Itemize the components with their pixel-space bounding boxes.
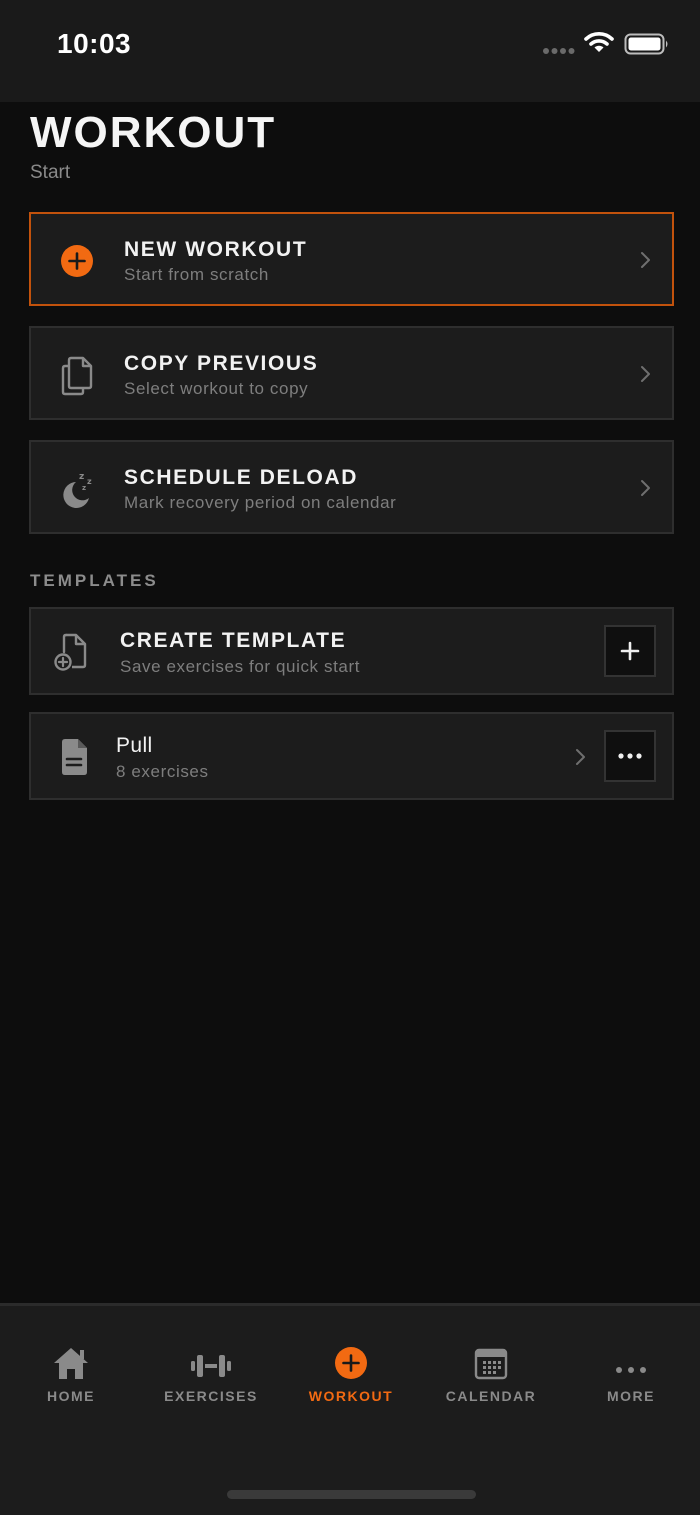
- chevron-right-icon: [641, 366, 650, 382]
- home-icon: [54, 1348, 88, 1379]
- chevron-right-icon: [576, 749, 585, 765]
- action-title: SCHEDULE DELOAD: [124, 466, 359, 489]
- cellular-signal-icon: [543, 48, 575, 54]
- moon-sleep-icon: z z z: [63, 472, 92, 508]
- more-dots-icon: [616, 1367, 646, 1373]
- svg-text:z: z: [79, 472, 84, 482]
- chevron-right-icon: [641, 252, 650, 268]
- action-title: NEW WORKOUT: [124, 238, 308, 261]
- plus-circle-icon: [61, 245, 93, 277]
- status-time: 10:03: [57, 28, 132, 59]
- battery-icon: [624, 33, 668, 55]
- action-subtitle: Select workout to copy: [124, 379, 309, 398]
- create-template-title: CREATE TEMPLATE: [120, 629, 347, 652]
- template-item-pull[interactable]: Pull 8 exercises: [29, 712, 674, 800]
- wifi-icon: [584, 32, 614, 52]
- tab-home[interactable]: HOME: [1, 1340, 141, 1404]
- page-title: WORKOUT: [30, 108, 277, 157]
- document-icon: [62, 739, 87, 775]
- schedule-deload-button[interactable]: z z z SCHEDULE DELOAD Mark recovery peri…: [29, 440, 674, 534]
- template-title: Pull: [116, 734, 153, 757]
- status-bar: 10:03: [0, 0, 700, 102]
- tab-workout[interactable]: WORKOUT: [281, 1340, 421, 1404]
- calendar-icon: [474, 1348, 508, 1380]
- template-subtitle: 8 exercises: [116, 762, 209, 781]
- create-template-subtitle: Save exercises for quick start: [120, 657, 361, 676]
- home-indicator[interactable]: [227, 1490, 476, 1499]
- action-subtitle: Mark recovery period on calendar: [124, 493, 397, 512]
- svg-text:z: z: [87, 477, 92, 486]
- tab-more[interactable]: MORE: [561, 1340, 700, 1404]
- tab-label: MORE: [607, 1388, 655, 1404]
- template-options-button[interactable]: [604, 730, 656, 782]
- action-title: COPY PREVIOUS: [124, 352, 319, 375]
- copy-document-icon: [61, 356, 93, 396]
- create-template-row: CREATE TEMPLATE Save exercises for quick…: [29, 607, 674, 695]
- templates-section-label: TEMPLATES: [30, 571, 159, 590]
- tab-label: CALENDAR: [445, 1388, 537, 1404]
- chevron-right-icon: [641, 480, 650, 496]
- document-add-icon: [54, 633, 87, 671]
- plus-icon: [620, 641, 640, 661]
- add-template-button[interactable]: [604, 625, 656, 677]
- tab-calendar[interactable]: CALENDAR: [421, 1340, 561, 1404]
- svg-text:z: z: [82, 484, 86, 492]
- action-subtitle: Start from scratch: [124, 265, 269, 284]
- ellipsis-icon: [618, 753, 642, 759]
- dumbbell-icon: [191, 1355, 231, 1377]
- plus-circle-icon: [335, 1347, 367, 1379]
- page-subtitle: Start: [30, 162, 71, 183]
- tab-label: EXERCISES: [164, 1388, 258, 1404]
- tab-label: WORKOUT: [308, 1388, 394, 1404]
- tab-exercises[interactable]: EXERCISES: [141, 1340, 281, 1404]
- new-workout-button[interactable]: NEW WORKOUT Start from scratch: [29, 212, 674, 306]
- tab-label: HOME: [47, 1388, 95, 1404]
- copy-previous-button[interactable]: COPY PREVIOUS Select workout to copy: [29, 326, 674, 420]
- tab-bar: HOME EXERCISES WORKOUT CALENDAR MORE: [0, 1303, 700, 1515]
